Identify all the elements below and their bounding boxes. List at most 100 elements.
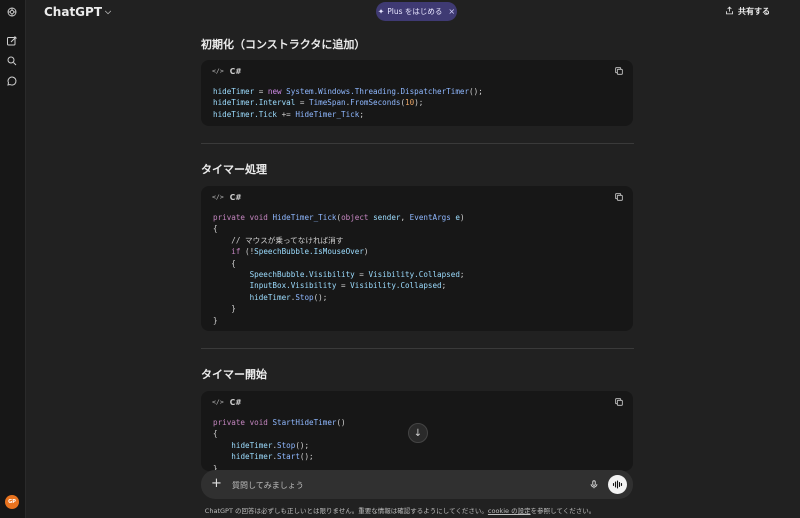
code-icon: </> <box>212 398 224 406</box>
section-heading: 初期化（コンストラクタに追加） <box>201 38 366 51</box>
code-token: hideTimer <box>231 440 273 450</box>
code-token: Start <box>277 452 300 462</box>
code-token: ) <box>459 213 465 222</box>
code-token: private <box>213 418 246 427</box>
code-comment: // マウスが乗ってなければ消す <box>213 235 344 245</box>
composer: + <box>201 470 633 499</box>
sidebar-rail: GP <box>0 0 26 518</box>
code-token: { <box>213 224 218 234</box>
code-token: void <box>249 213 268 222</box>
code-token: { <box>213 258 236 268</box>
code-token: HideTimer_Tick <box>272 213 337 222</box>
code-token: hideTimer.Tick <box>213 109 278 119</box>
code-block-header: </> C# <box>201 60 633 82</box>
message-input[interactable] <box>230 476 574 494</box>
code-token: private <box>213 213 246 222</box>
code-token: ; <box>441 281 447 291</box>
code-token: = <box>354 270 369 280</box>
code-content: private void HideTimer_Tick(object sende… <box>201 208 633 326</box>
attach-plus-icon[interactable]: + <box>211 476 222 491</box>
microphone-icon[interactable] <box>589 479 599 490</box>
arrow-down-icon: ↓ <box>413 427 423 439</box>
share-icon <box>725 6 734 17</box>
model-name-label: ChatGPT <box>44 5 103 19</box>
chat-icon[interactable] <box>5 74 19 88</box>
code-token: 10 <box>405 98 415 108</box>
section-divider <box>201 143 634 144</box>
code-token: (! <box>240 247 255 257</box>
logo-icon[interactable] <box>5 5 19 19</box>
section-divider <box>201 348 634 349</box>
code-token: System.Windows.Threading.DispatcherTimer <box>286 87 470 96</box>
code-language: C# <box>229 397 242 407</box>
voice-mode-button[interactable] <box>608 475 627 494</box>
code-block-header: </> C# <box>201 391 633 413</box>
code-token: ; <box>459 270 465 280</box>
code-token: hideTimer.Interval <box>213 98 296 108</box>
plus-upgrade-button[interactable]: ✦ Plus をはじめる × <box>376 2 457 21</box>
code-token: (); <box>469 87 483 96</box>
code-token: } <box>213 315 218 325</box>
search-icon[interactable] <box>5 54 19 68</box>
code-token: hideTimer <box>231 452 273 462</box>
code-token: object <box>341 213 369 222</box>
code-token: = <box>336 281 351 291</box>
code-token: HideTimer_Tick <box>295 109 360 119</box>
scroll-to-bottom-button[interactable]: ↓ <box>408 423 428 443</box>
code-icon: </> <box>212 193 224 201</box>
section-heading: タイマー開始 <box>201 368 267 381</box>
section-heading: タイマー処理 <box>201 163 267 176</box>
code-token: SpeechBubble.Visibility <box>249 270 355 280</box>
code-token: (); <box>313 292 328 302</box>
copy-icon[interactable] <box>614 66 624 76</box>
plus-label: Plus をはじめる <box>387 7 443 16</box>
code-token: FromSeconds <box>350 98 401 108</box>
disclaimer: ChatGPT の回答は必ずしも正しいとは限りません。重要な情報は確認するように… <box>0 505 800 515</box>
code-language: C# <box>229 192 242 202</box>
sparkle-icon: ✦ <box>377 7 385 16</box>
code-token: Visibility.Collapsed <box>368 270 460 280</box>
copy-icon[interactable] <box>614 397 624 407</box>
code-language: C# <box>229 66 242 76</box>
code-token: () <box>336 418 346 427</box>
code-block: </> C# private void HideTimer_Tick(objec… <box>201 186 633 331</box>
code-token: (); <box>295 440 310 450</box>
copy-icon[interactable] <box>614 192 624 202</box>
code-token: EventArgs <box>409 213 451 222</box>
close-icon[interactable]: × <box>448 7 455 16</box>
code-token: (); <box>299 452 314 462</box>
code-token: { <box>213 429 218 439</box>
code-block: </> C# hideTimer = new System.Windows.Th… <box>201 60 633 126</box>
code-token: new <box>267 87 282 96</box>
code-content: hideTimer = new System.Windows.Threading… <box>201 82 633 120</box>
model-selector[interactable]: ChatGPT ⌵ <box>44 5 111 19</box>
code-block-header: </> C# <box>201 186 633 208</box>
code-token: ) <box>363 247 369 257</box>
code-token: InputBox.Visibility <box>249 281 337 291</box>
code-token: } <box>213 304 236 314</box>
cookie-settings-link[interactable]: cookie の設定 <box>488 507 531 515</box>
chevron-down-icon: ⌵ <box>105 7 112 16</box>
new-chat-icon[interactable] <box>5 34 19 48</box>
share-button[interactable]: 共有する <box>725 6 770 17</box>
share-label: 共有する <box>738 7 770 16</box>
code-token: = <box>295 98 310 108</box>
code-token: = <box>254 87 268 96</box>
code-token: TimeSpan <box>309 98 346 108</box>
code-icon: </> <box>212 67 224 75</box>
code-token: Visibility.Collapsed <box>350 281 442 291</box>
code-token: sender <box>373 213 401 222</box>
code-token: hideTimer <box>249 292 291 302</box>
code-token: void <box>249 418 268 427</box>
waveform-icon <box>612 480 623 489</box>
code-token: Stop <box>295 292 314 302</box>
disclaimer-text: ChatGPT の回答は必ずしも正しいとは限りません。重要な情報は確認するように… <box>204 507 488 515</box>
code-token: += <box>277 109 296 119</box>
code-token: hideTimer <box>213 87 255 96</box>
